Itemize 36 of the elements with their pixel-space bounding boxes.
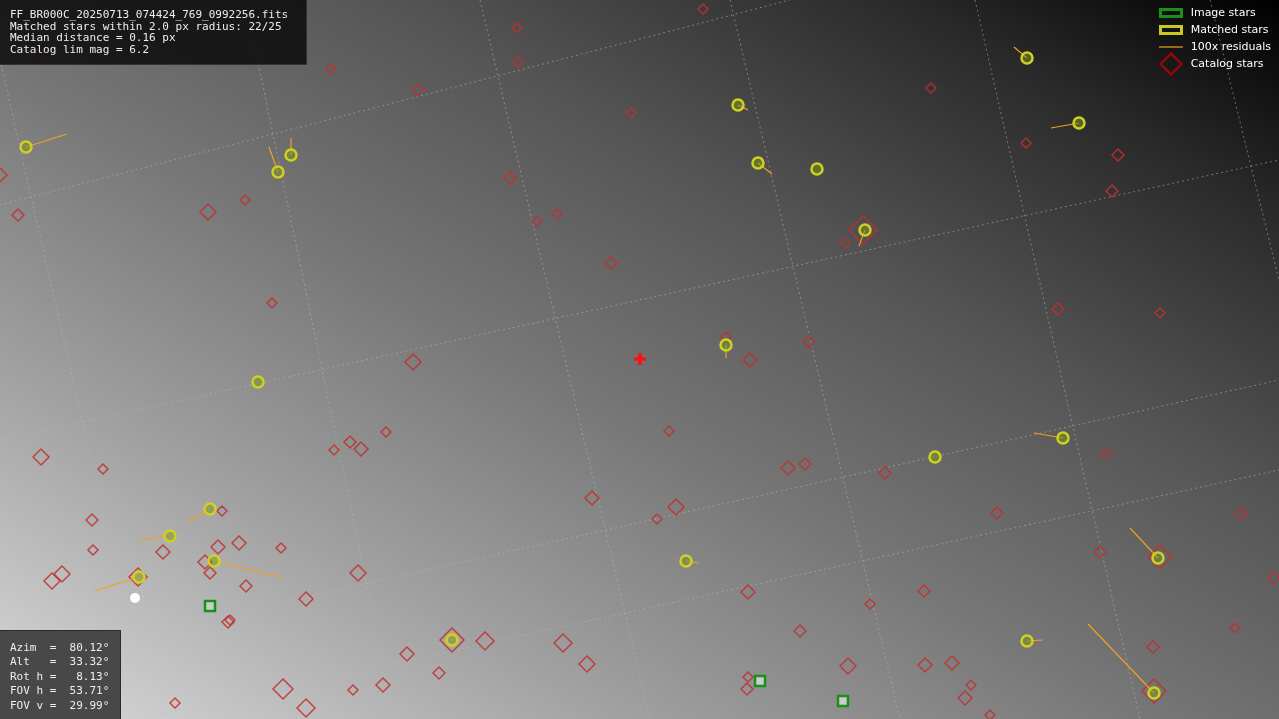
pointing-text: Rot h = 8.13°: [10, 669, 110, 684]
legend-label: Catalog stars: [1190, 57, 1264, 70]
info-text: Matched stars within 2.0 px radius: 22/25: [10, 20, 282, 32]
line-icon: [1158, 45, 1183, 48]
residual-line: [1050, 122, 1080, 129]
legend-label: Image stars: [1190, 6, 1256, 19]
residual-line: [213, 560, 282, 578]
diamond-icon: [1158, 51, 1183, 76]
bright-star-dot: [130, 593, 140, 603]
residual-line: [858, 229, 866, 247]
residual-line: [290, 137, 292, 156]
pointing-text: FOV v = 29.99°: [10, 698, 110, 713]
info-text: FF_BR000C_20250713_074424_769_0992256.fits: [10, 9, 290, 21]
residual-line: [1013, 46, 1028, 59]
pointing-text: Alt = 33.32°: [10, 655, 110, 670]
residual-line: [1129, 527, 1159, 559]
residual-line: [187, 508, 211, 524]
residual-line: [25, 133, 68, 148]
residual-line: [725, 344, 727, 359]
residual-line: [1087, 623, 1155, 694]
residual-line: [1026, 639, 1044, 642]
residual-line: [1033, 432, 1064, 439]
residual-line: [757, 162, 773, 175]
info-text: Catalog lim mag = 6.2: [10, 43, 151, 55]
residual-line: [685, 560, 700, 564]
pointing-text: FOV h = 53.71°: [10, 684, 110, 699]
legend-label: Matched stars: [1190, 23, 1269, 36]
residual-line: [737, 104, 749, 111]
residual-line: [139, 535, 171, 541]
residual-line: [268, 146, 279, 173]
residual-line: [94, 576, 140, 592]
legend-label: 100x residuals: [1190, 40, 1271, 53]
residual-line: [451, 629, 453, 641]
info-text: Median distance = 0.16 px: [10, 32, 176, 44]
pointing-text: Azim = 80.12°: [10, 640, 110, 655]
center-cross-icon: [632, 351, 648, 367]
